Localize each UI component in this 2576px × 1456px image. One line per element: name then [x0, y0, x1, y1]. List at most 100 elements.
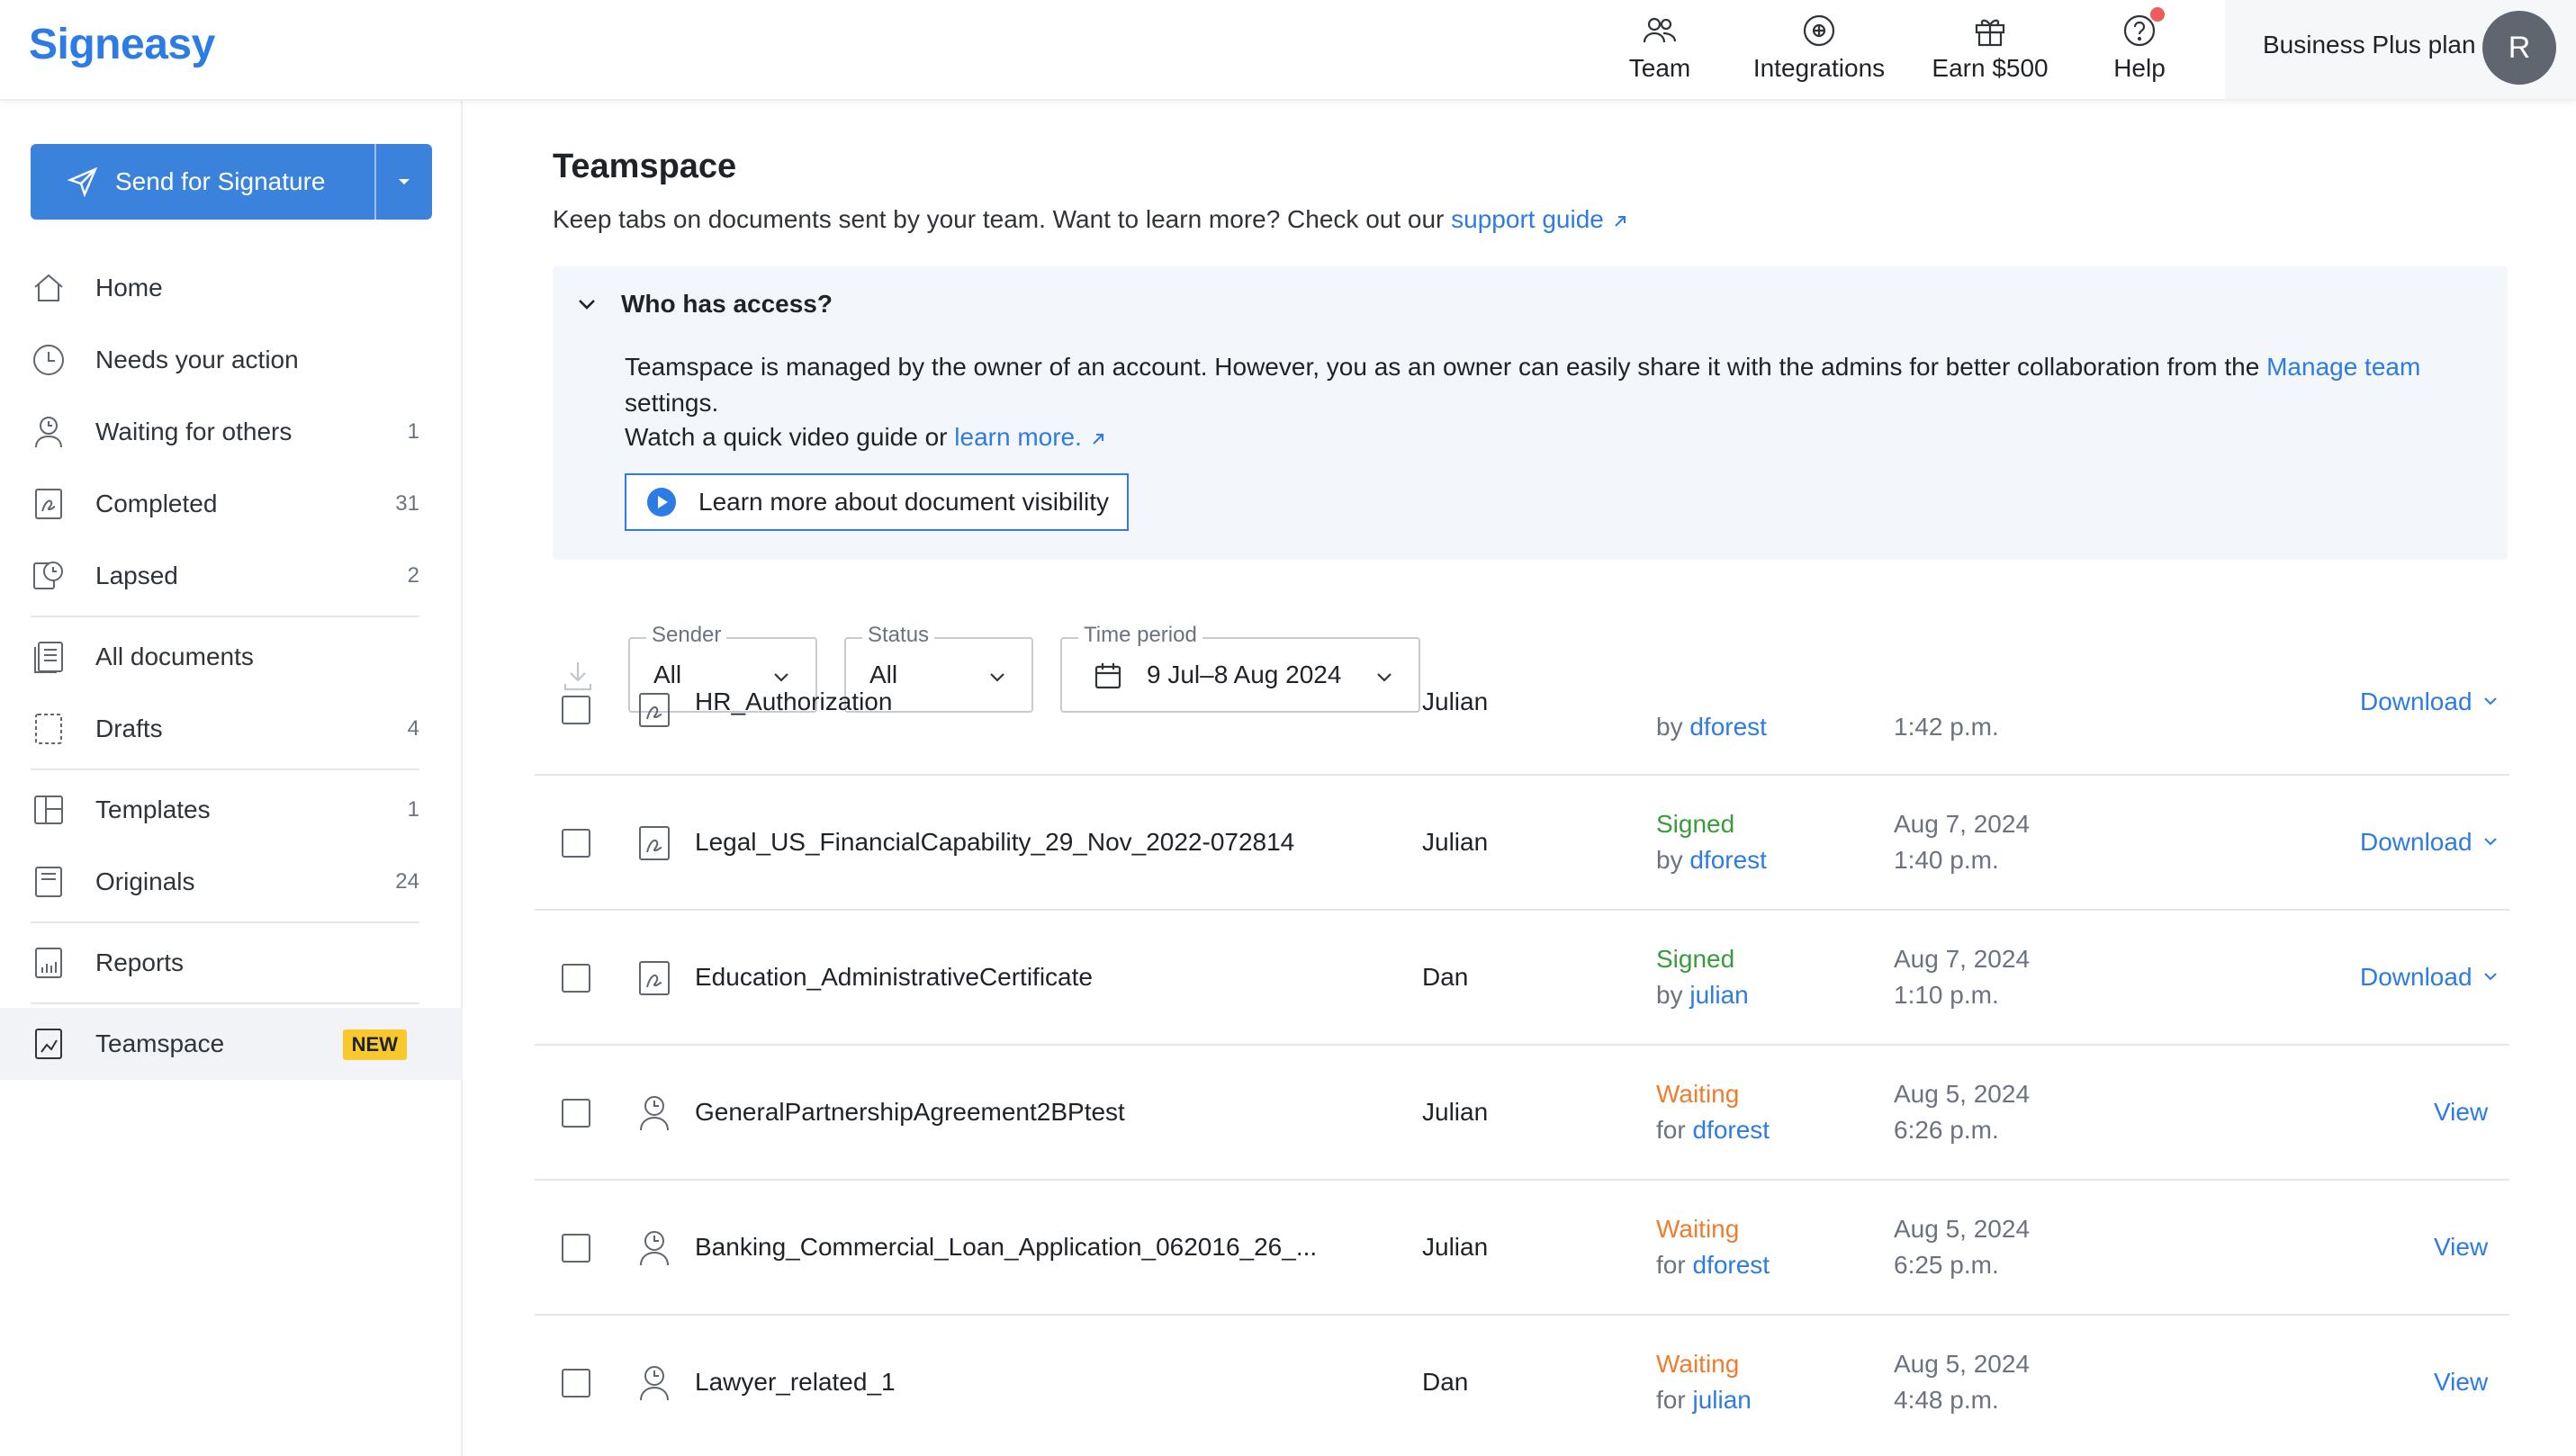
status-label: Signed — [1656, 945, 1735, 973]
access-text: Teamspace is managed by the owner of an … — [625, 353, 2267, 381]
sidebar-item-count: 1 — [407, 797, 419, 822]
sidebar-item-home[interactable]: Home — [0, 252, 463, 324]
notification-dot — [2150, 7, 2165, 22]
user-link[interactable]: dforest — [1689, 846, 1767, 874]
document-name[interactable]: Education_AdministrativeCertificate — [695, 963, 1093, 992]
send-options-dropdown[interactable] — [374, 144, 432, 220]
table-row[interactable]: Lawyer_related_1 Dan Waiting for julian … — [535, 1316, 2509, 1451]
sidebar-divider — [31, 768, 419, 770]
documents-icon — [31, 639, 67, 675]
learn-more-link[interactable]: learn more. — [954, 423, 1082, 451]
document-time: 6:25 p.m. — [1894, 1251, 1999, 1279]
access-toggle[interactable]: Who has access? — [574, 290, 833, 319]
download-button[interactable]: Download — [2360, 963, 2472, 992]
signeasy-logo[interactable]: Signeasy — [29, 20, 215, 69]
new-badge: NEW — [342, 1029, 407, 1060]
sidebar-item-label: Originals — [95, 867, 195, 895]
sidebar-item-reports[interactable]: Reports — [0, 927, 463, 999]
support-guide-link[interactable]: support guide — [1451, 205, 1604, 233]
table-row[interactable]: HR_Authorization Julian by dforest 1:42 … — [535, 641, 2509, 776]
sidebar-item-waiting[interactable]: Waiting for others 1 — [0, 396, 463, 468]
chevron-down-icon[interactable] — [2481, 966, 2500, 986]
row-checkbox[interactable] — [562, 696, 590, 724]
download-button[interactable]: Download — [2360, 688, 2472, 716]
document-time: 4:48 p.m. — [1894, 1386, 1999, 1414]
sidebar-item-templates[interactable]: Templates 1 — [0, 774, 463, 846]
avatar[interactable]: R — [2482, 11, 2556, 85]
plan-label[interactable]: Business Plus plan — [2263, 31, 2476, 59]
download-button[interactable]: Download — [2360, 828, 2472, 857]
topnav-integrations[interactable]: Integrations — [1752, 11, 1887, 92]
sidebar-item-drafts[interactable]: Drafts 4 — [0, 693, 463, 765]
view-button[interactable]: View — [2434, 1233, 2488, 1262]
template-icon — [31, 792, 67, 828]
sidebar-item-count: 2 — [407, 563, 419, 588]
row-checkbox[interactable] — [562, 1234, 590, 1263]
row-checkbox[interactable] — [562, 829, 590, 858]
document-time: 1:10 p.m. — [1894, 981, 1999, 1009]
person-clock-icon — [640, 1096, 669, 1131]
user-link[interactable]: julian — [1692, 1386, 1751, 1414]
send-for-signature-button[interactable]: Send for Signature — [31, 144, 374, 220]
row-checkbox[interactable] — [562, 1369, 590, 1398]
sidebar-item-label: Completed — [95, 490, 218, 517]
table-row[interactable]: Banking_Commercial_Loan_Application_0620… — [535, 1181, 2509, 1316]
clock-icon — [31, 342, 67, 378]
view-button[interactable]: View — [2434, 1368, 2488, 1397]
row-checkbox[interactable] — [562, 964, 590, 993]
table-row[interactable]: GeneralPartnershipAgreement2BPtest Julia… — [535, 1046, 2509, 1181]
external-link-icon — [1614, 215, 1626, 227]
sidebar-item-originals[interactable]: Originals 24 — [0, 846, 463, 918]
sidebar-divider — [31, 921, 419, 923]
play-icon — [647, 488, 676, 517]
sidebar-item-teamspace[interactable]: Teamspace NEW — [0, 1008, 463, 1080]
status-prefix: by — [1656, 713, 1690, 741]
sidebar-item-lapsed[interactable]: Lapsed 2 — [0, 540, 463, 612]
access-panel: Who has access? Teamspace is managed by … — [553, 266, 2508, 560]
document-name[interactable]: Legal_US_FinancialCapability_29_Nov_2022… — [695, 828, 1294, 857]
document-owner: Dan — [1422, 963, 1469, 991]
chevron-down-icon[interactable] — [2481, 691, 2500, 711]
document-date: Aug 5, 2024 — [1894, 1215, 2031, 1243]
table-row[interactable]: Education_AdministrativeCertificate Dan … — [535, 911, 2509, 1046]
sidebar-item-label: Teamspace — [95, 1029, 225, 1057]
status-detail: for julian — [1656, 1386, 1752, 1415]
document-name[interactable]: Lawyer_related_1 — [695, 1368, 896, 1397]
row-checkbox[interactable] — [562, 1099, 590, 1128]
page-title: Teamspace — [553, 148, 737, 185]
person-clock-icon — [640, 1231, 669, 1266]
chevron-down-icon[interactable] — [2481, 831, 2500, 851]
video-guide-button[interactable]: Learn more about document visibility — [625, 473, 1129, 531]
manage-team-link[interactable]: Manage team — [2266, 353, 2420, 381]
sidebar: Send for Signature Home Needs your actio… — [0, 101, 463, 1456]
user-link[interactable]: dforest — [1692, 1251, 1770, 1279]
sidebar-item-all-documents[interactable]: All documents — [0, 621, 463, 693]
table-row[interactable]: Legal_US_FinancialCapability_29_Nov_2022… — [535, 776, 2509, 911]
draft-icon — [31, 711, 67, 747]
sidebar-item-needs-action[interactable]: Needs your action — [0, 324, 463, 396]
topnav-earn[interactable]: Earn $500 — [1930, 11, 2050, 92]
status-prefix: for — [1656, 1116, 1693, 1144]
sidebar-item-count: 31 — [395, 491, 419, 516]
sidebar-item-count: 1 — [407, 419, 419, 444]
document-owner: Julian — [1422, 1233, 1489, 1261]
document-name[interactable]: GeneralPartnershipAgreement2BPtest — [695, 1098, 1125, 1127]
topnav-label: Help — [2113, 54, 2166, 82]
topnav-team[interactable]: Team — [1624, 11, 1696, 92]
topnav-help[interactable]: Help — [2110, 7, 2169, 92]
video-guide-label: Learn more about document visibility — [698, 488, 1110, 516]
access-title: Who has access? — [621, 290, 833, 318]
user-link[interactable]: julian — [1689, 981, 1748, 1009]
document-date: Aug 5, 2024 — [1894, 1350, 2031, 1378]
reports-icon — [31, 945, 67, 981]
view-button[interactable]: View — [2434, 1098, 2488, 1127]
sidebar-item-label: Templates — [95, 795, 211, 823]
document-name[interactable]: HR_Authorization — [695, 688, 892, 716]
user-link[interactable]: dforest — [1692, 1116, 1770, 1144]
document-time: 1:42 p.m. — [1894, 713, 1999, 741]
document-name[interactable]: Banking_Commercial_Loan_Application_0620… — [695, 1233, 1317, 1262]
signed-doc-icon — [639, 826, 670, 860]
user-link[interactable]: dforest — [1689, 713, 1767, 741]
sidebar-item-completed[interactable]: Completed 31 — [0, 468, 463, 540]
page-subtitle: Keep tabs on documents sent by your team… — [553, 205, 1629, 234]
